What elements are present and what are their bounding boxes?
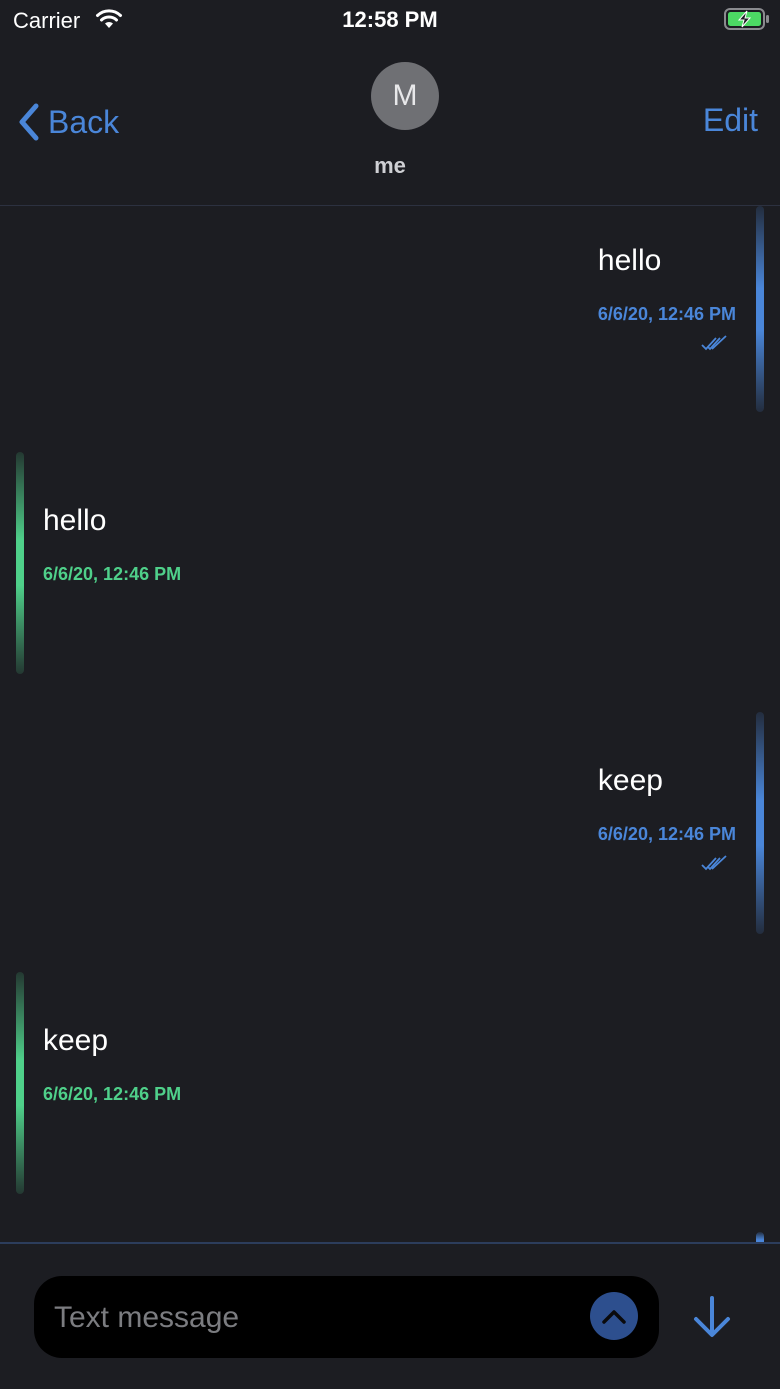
incoming-message[interactable]: hello 6/6/20, 12:46 PM xyxy=(43,504,181,585)
message-input[interactable] xyxy=(52,1276,576,1360)
conversation-header: Back M me Edit xyxy=(0,40,780,206)
message-text: hello xyxy=(597,244,662,277)
edit-button[interactable]: Edit xyxy=(703,102,758,139)
message-timestamp: 6/6/20, 12:46 PM xyxy=(43,1084,182,1104)
expand-button[interactable] xyxy=(590,1292,638,1340)
outgoing-message-bar xyxy=(756,1232,764,1242)
back-button-label: Back xyxy=(48,103,120,140)
battery-charging-icon xyxy=(724,8,769,30)
message-text: keep xyxy=(43,1024,109,1057)
contact-name[interactable]: me xyxy=(0,153,780,179)
composer-bar xyxy=(0,1242,780,1389)
back-button[interactable]: Back xyxy=(16,100,119,144)
incoming-message[interactable]: keep 6/6/20, 12:46 PM xyxy=(43,1024,181,1105)
outgoing-message[interactable]: hello 6/6/20, 12:46 PM xyxy=(598,244,736,353)
chevron-left-icon xyxy=(19,103,39,141)
status-time: 12:58 PM xyxy=(342,7,438,32)
arrow-down-icon[interactable] xyxy=(690,1294,734,1340)
message-text: hello xyxy=(43,504,107,537)
message-input-field[interactable] xyxy=(34,1276,659,1360)
chevron-up-icon xyxy=(602,1310,626,1324)
double-check-icon xyxy=(701,335,727,351)
avatar[interactable]: M xyxy=(371,62,439,130)
message-list[interactable]: hello 6/6/20, 12:46 PM hello 6/6/20, 12:… xyxy=(0,206,780,1242)
message-text: keep xyxy=(597,764,663,797)
message-timestamp: 6/6/20, 12:46 PM xyxy=(597,824,736,844)
avatar-initial: M xyxy=(392,79,418,112)
message-timestamp: 6/6/20, 12:46 PM xyxy=(597,304,736,324)
status-bar: Carrier 12:58 PM xyxy=(0,0,780,40)
incoming-message-bar xyxy=(16,452,24,674)
outgoing-message[interactable]: keep 6/6/20, 12:46 PM xyxy=(598,764,736,873)
double-check-icon xyxy=(701,855,727,871)
incoming-message-bar xyxy=(16,972,24,1194)
message-timestamp: 6/6/20, 12:46 PM xyxy=(43,564,182,584)
outgoing-message-bar xyxy=(756,712,764,934)
outgoing-message-bar xyxy=(756,206,764,412)
